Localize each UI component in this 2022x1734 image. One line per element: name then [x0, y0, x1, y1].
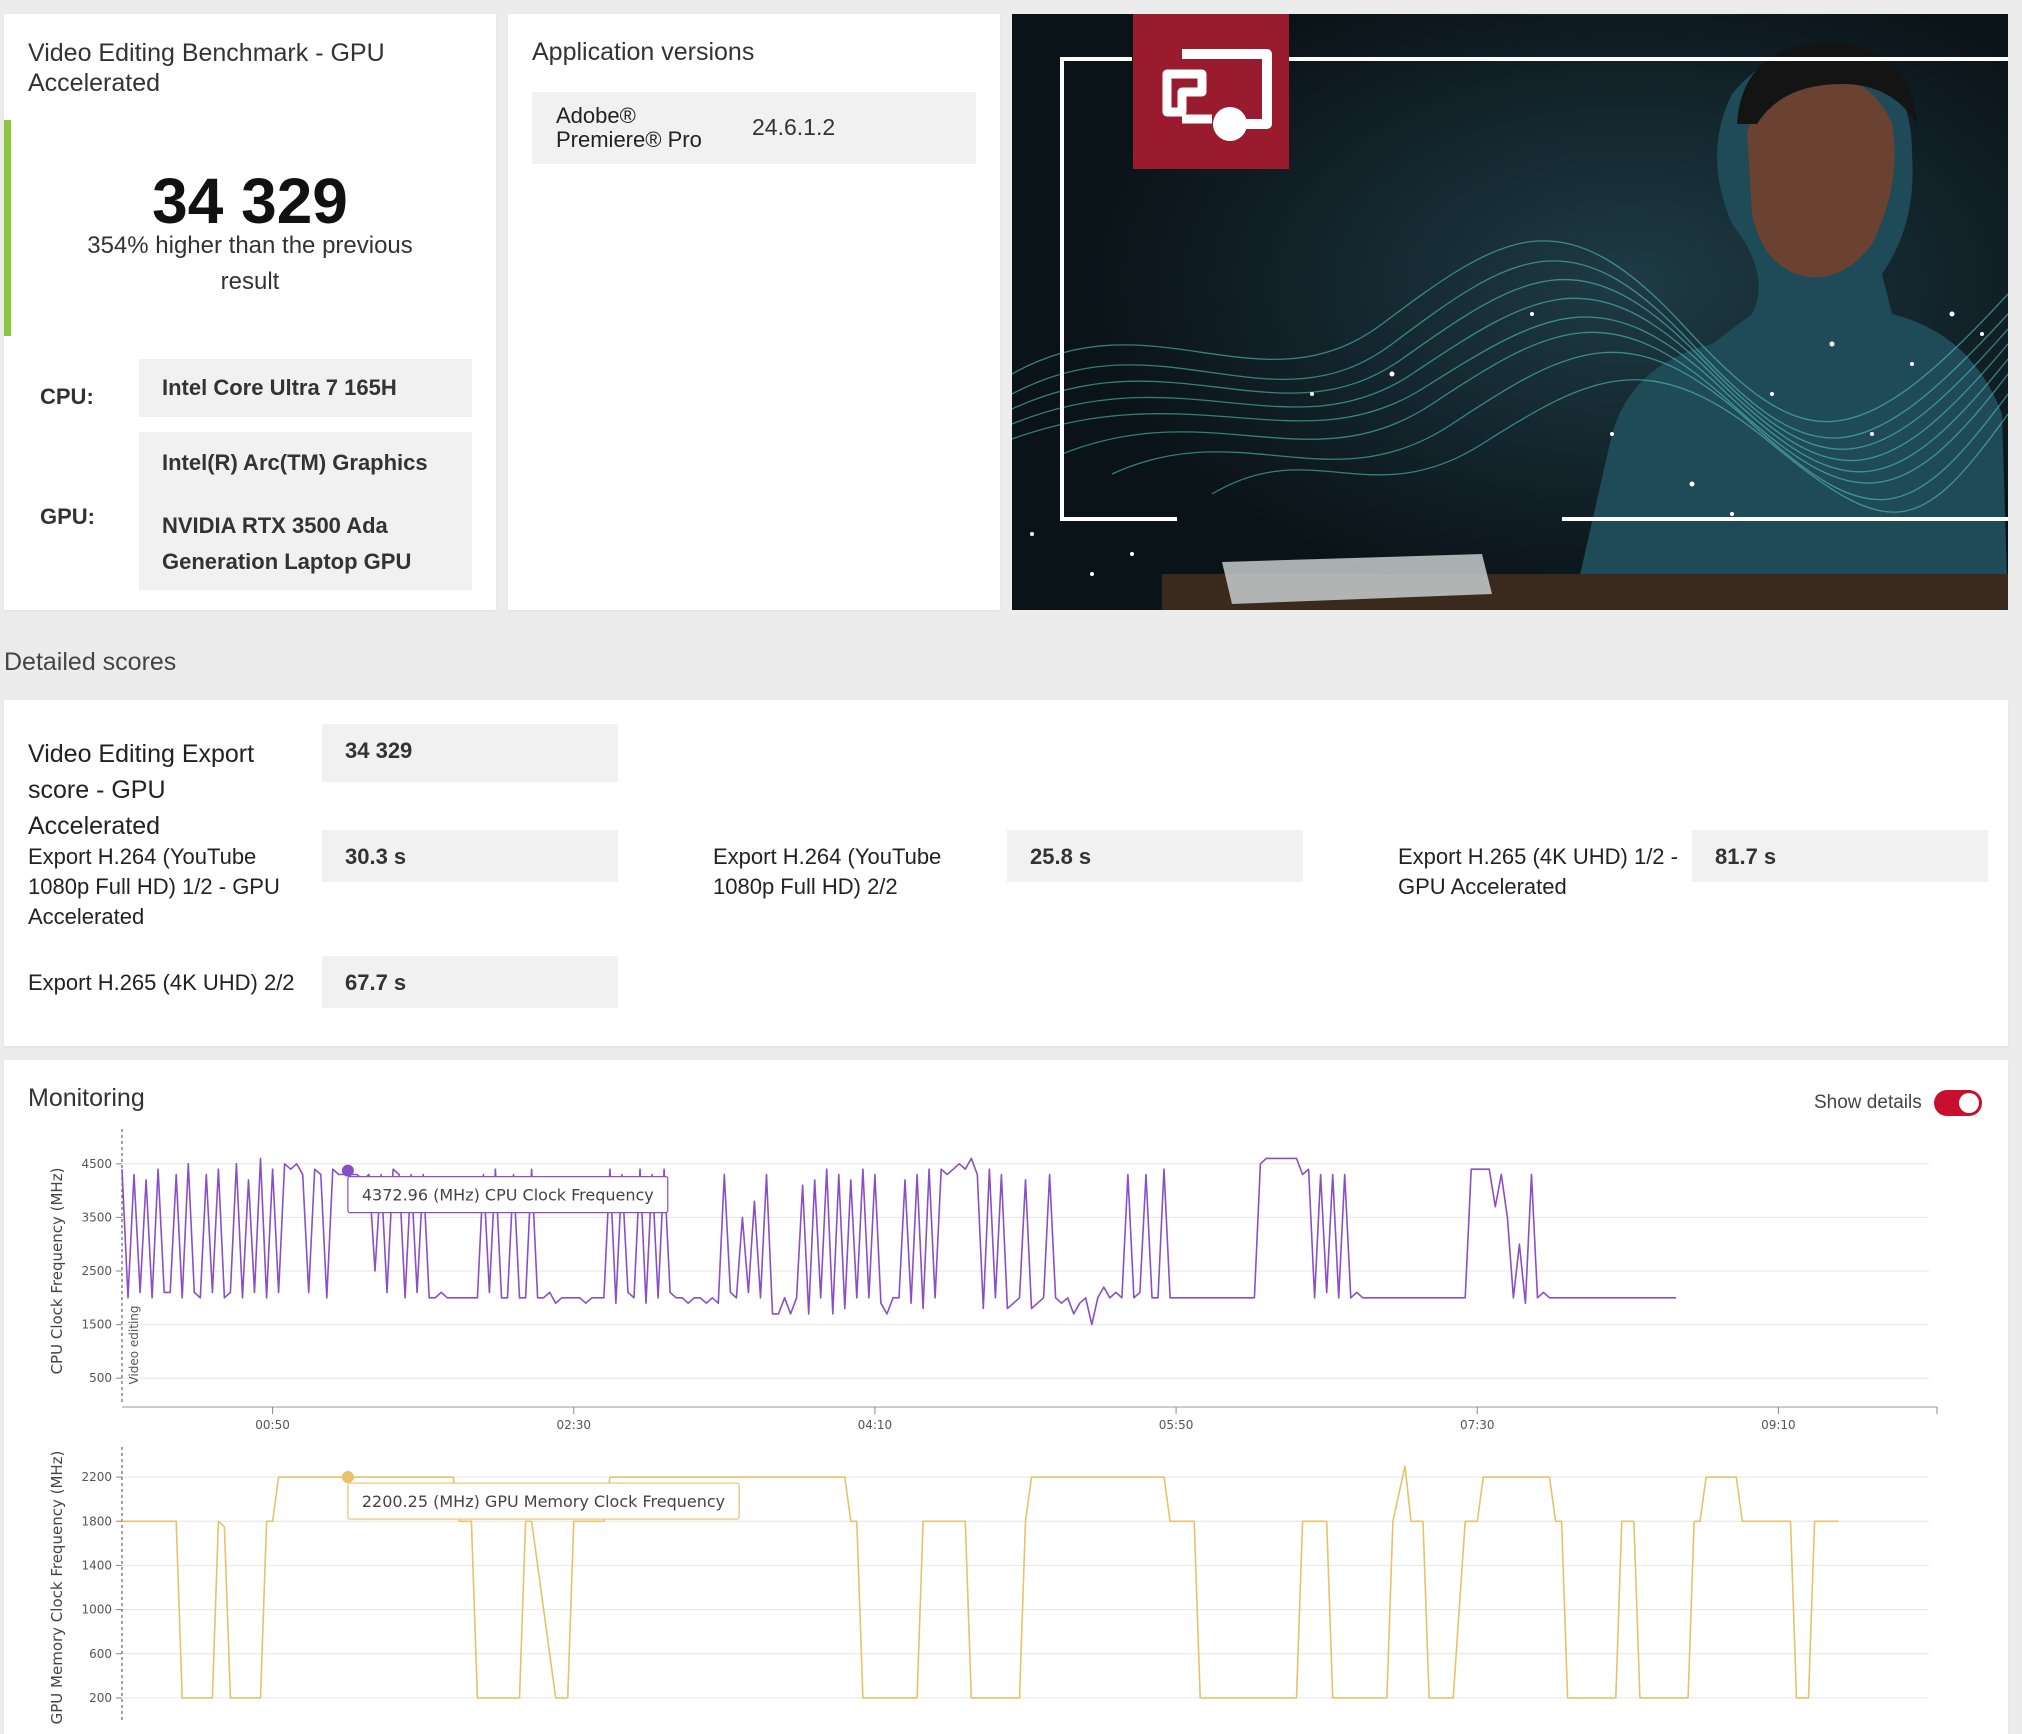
benchmark-title: Video Editing Benchmark - GPU Accelerate… [28, 39, 385, 97]
gpu-value-box: Intel(R) Arc(TM) Graphics NVIDIA RTX 350… [139, 432, 472, 590]
score-comparison: 354% higher than the previous result [87, 232, 413, 295]
detail-value-1: 30.3 s [322, 830, 618, 882]
y-tick-label: 600 [89, 1647, 112, 1661]
hero-illustration [1012, 14, 2008, 610]
y-tick-label: 200 [89, 1691, 112, 1705]
tooltip-text: 2200.25 (MHz) GPU Memory Clock Frequency [362, 1492, 725, 1511]
gpu-label: GPU: [40, 504, 95, 529]
hover-point [341, 1164, 354, 1177]
score-card: Video Editing Benchmark - GPU Accelerate… [4, 14, 496, 610]
x-tick-label: 02:30 [556, 1418, 591, 1432]
gpu-value-2: NVIDIA RTX 3500 Ada Generation Laptop GP… [162, 513, 412, 574]
cpu-label: CPU: [40, 384, 94, 409]
x-tick-label: 04:10 [858, 1418, 893, 1432]
overall-score: 34 329 [152, 165, 348, 237]
monitoring-charts: 500 1500 2500 3500 4500 CPU Clock Frequency (… [48, 1129, 1938, 1725]
detail-label-4: Export H.265 (4K UHD) 2/2 [28, 970, 295, 995]
y-tick-label: 1500 [81, 1318, 112, 1332]
detailed-scores-title: Detailed scores [4, 648, 177, 676]
detail-value-3: 81.7 s [1692, 830, 1988, 882]
hero-image [1012, 14, 2008, 610]
x-tick-label: 05:50 [1159, 1418, 1194, 1432]
band-label: Video editing [127, 1305, 141, 1384]
detail-label-2: Export H.264 (YouTube 1080p Full HD) 2/2 [713, 844, 942, 899]
y-axis-title: CPU Clock Frequency (MHz) [48, 1168, 66, 1375]
app-versions-title: Application versions [532, 38, 755, 66]
app-name: Adobe® Premiere® Pro [556, 103, 702, 152]
y-tick-label: 1000 [81, 1603, 112, 1617]
detailed-scores-card: Video Editing Export score - GPU Acceler… [4, 700, 2008, 1046]
y-tick-label: 3500 [81, 1210, 112, 1224]
cpu-value: Intel Core Ultra 7 165H [162, 375, 397, 400]
y-axis-title: GPU Memory Clock Frequency (MHz) [48, 1451, 66, 1725]
y-tick-label: 2500 [81, 1264, 112, 1278]
y-tick-label: 2200 [81, 1470, 112, 1484]
y-tick-label: 1400 [81, 1558, 112, 1572]
main-score-label: Video Editing Export score - GPU Acceler… [28, 740, 255, 840]
cpu-value-box: Intel Core Ultra 7 165H [139, 359, 472, 417]
main-score-value: 34 329 [322, 724, 618, 782]
hover-point [341, 1471, 354, 1484]
y-tick-label: 500 [89, 1371, 112, 1385]
tooltip-text: 4372.96 (MHz) CPU Clock Frequency [362, 1186, 654, 1205]
app-versions-card: Application versions Adobe® Premiere® Pr… [508, 14, 1000, 610]
x-tick-label: 00:50 [255, 1418, 290, 1432]
detail-value-4: 67.7 s [322, 956, 618, 1008]
app-version-row: Adobe® Premiere® Pro 24.6.1.2 [532, 92, 976, 164]
gpu-value-1: Intel(R) Arc(TM) Graphics [162, 450, 428, 475]
detail-label-1: Export H.264 (YouTube 1080p Full HD) 1/2… [28, 844, 280, 929]
y-tick-label: 4500 [81, 1157, 112, 1171]
y-tick-label: 1800 [81, 1514, 112, 1528]
app-version: 24.6.1.2 [752, 114, 836, 140]
x-tick-label: 07:30 [1460, 1418, 1495, 1432]
monitoring-card: Monitoring Show details 500 1500 2500 3500 4… [4, 1060, 2008, 1734]
detail-label-3: Export H.265 (4K UHD) 1/2 - GPU Accelera… [1398, 844, 1678, 899]
x-tick-label: 09:10 [1761, 1418, 1796, 1432]
detail-value-2: 25.8 s [1007, 830, 1303, 882]
